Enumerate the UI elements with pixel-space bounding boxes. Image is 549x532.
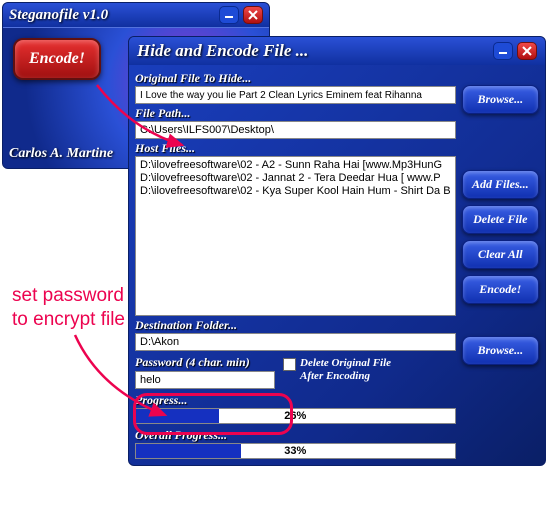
overall-label: Overall Progress... xyxy=(135,428,456,443)
progress-bar: 26% xyxy=(135,408,456,424)
delete-original-checkbox[interactable] xyxy=(283,358,296,371)
clear-all-button[interactable]: Clear All xyxy=(462,240,539,269)
main-titlebar: Steganofile v1.0 xyxy=(3,3,269,28)
list-item[interactable]: D:\ilovefreesoftware\02 - A2 - Sunn Raha… xyxy=(140,159,451,172)
host-files-list[interactable]: D:\ilovefreesoftware\02 - A2 - Sunn Raha… xyxy=(135,156,456,316)
original-file-label: Original File To Hide... xyxy=(135,71,456,86)
main-title: Steganofile v1.0 xyxy=(9,7,108,24)
overall-value: 33% xyxy=(136,444,455,458)
password-input[interactable] xyxy=(135,371,275,389)
dialog-close-button[interactable] xyxy=(517,42,537,60)
dialog-titlebar: Hide and Encode File ... xyxy=(129,37,545,65)
encode-button[interactable]: Encode! xyxy=(462,275,539,304)
minimize-button[interactable] xyxy=(219,6,239,24)
list-item[interactable]: D:\ilovefreesoftware\02 - Jannat 2 - Ter… xyxy=(140,172,451,185)
close-button[interactable] xyxy=(243,6,263,24)
annotation-text: set password to encrypt file xyxy=(12,284,125,332)
dest-folder-input[interactable] xyxy=(135,333,456,351)
delete-file-button[interactable]: Delete File xyxy=(462,205,539,234)
list-item[interactable]: D:\ilovefreesoftware\02 - Kya Super Kool… xyxy=(140,185,451,198)
encode-dialog: Hide and Encode File ... Original File T… xyxy=(128,36,546,466)
progress-value: 26% xyxy=(136,409,455,423)
original-file-input[interactable] xyxy=(135,86,456,104)
file-path-input[interactable] xyxy=(135,121,456,139)
dialog-title: Hide and Encode File ... xyxy=(137,41,308,61)
encode-main-button[interactable]: Encode! xyxy=(13,38,101,80)
dest-folder-label: Destination Folder... xyxy=(135,318,456,333)
browse-original-button[interactable]: Browse... xyxy=(462,85,539,114)
progress-label: Progress... xyxy=(135,393,456,408)
password-label: Password (4 char. min) xyxy=(135,355,275,370)
file-path-label: File Path... xyxy=(135,106,456,121)
add-files-button[interactable]: Add Files... xyxy=(462,170,539,199)
delete-original-label: Delete Original File After Encoding xyxy=(300,357,391,383)
author-label: Carlos A. Martine xyxy=(9,146,113,162)
browse-dest-button[interactable]: Browse... xyxy=(462,336,539,365)
host-files-label: Host Files... xyxy=(135,141,456,156)
overall-progress-bar: 33% xyxy=(135,443,456,459)
dialog-minimize-button[interactable] xyxy=(493,42,513,60)
